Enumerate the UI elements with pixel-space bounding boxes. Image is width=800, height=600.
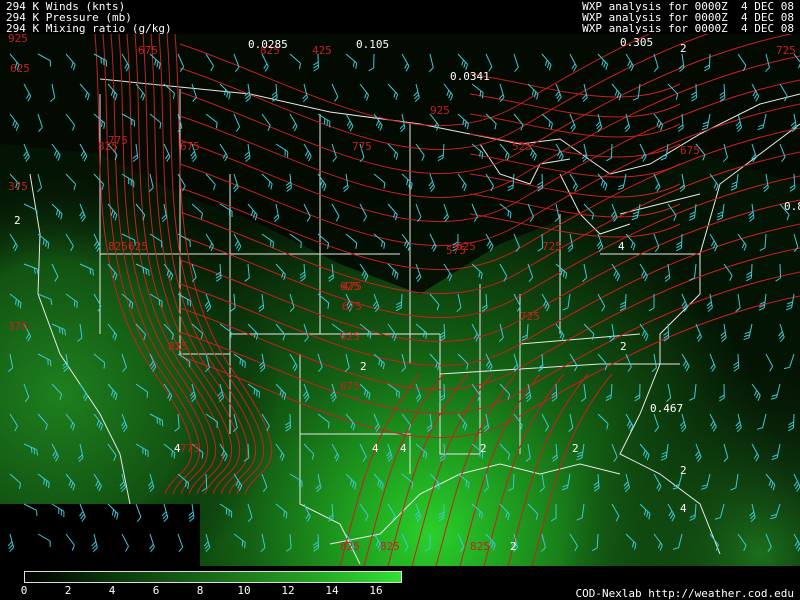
header: 294 K Winds (knts) 294 K Pressure (mb) 2… <box>0 0 800 34</box>
pressure-label: 675 <box>180 140 200 153</box>
colorbar-tick: 6 <box>152 584 160 597</box>
mixing-ratio-label: 2 <box>360 360 367 373</box>
mixing-ratio-label: 2 <box>572 442 579 455</box>
pressure-label: 725 <box>520 310 540 323</box>
pressure-label: 375 <box>8 180 28 193</box>
pressure-label: 625 <box>128 240 148 253</box>
mixing-ratio-label: 0.305 <box>620 36 653 49</box>
pressure-label: 675 <box>342 300 362 313</box>
pressure-label: 775 <box>180 442 200 455</box>
pressure-label: 825 <box>108 240 128 253</box>
pressure-label: 375 <box>8 320 28 333</box>
pressure-label: 675 <box>340 380 360 393</box>
pressure-label: 425 <box>312 44 332 57</box>
mixing-ratio-label: 0.0285 <box>248 38 288 51</box>
pressure-label: 675 <box>680 144 700 157</box>
mixing-ratio-label: 2 <box>14 214 21 227</box>
colorbar-tick: 14 <box>325 584 339 597</box>
weather-map: 675775625825425675375625525775825 6254753… <box>0 34 800 566</box>
mixing-ratio-label: 4 <box>372 442 379 455</box>
colorbar-tick: 4 <box>108 584 116 597</box>
pressure-label: 925 <box>8 34 28 45</box>
pressure-label: 575 <box>446 244 466 257</box>
mixing-ratio-label: 2 <box>680 464 687 477</box>
pressure-label: 625 <box>340 330 360 343</box>
mixing-ratio-label: 4 <box>618 240 625 253</box>
mixing-ratio-label: 0.467 <box>650 402 683 415</box>
mixing-ratio-label: 2 <box>510 540 517 553</box>
pressure-label: 925 <box>430 104 450 117</box>
mixing-ratio-label: 4 <box>174 442 181 455</box>
pressure-label: 725 <box>776 44 796 57</box>
pressure-label: 825 <box>380 540 400 553</box>
pressure-label: 825 <box>98 140 118 153</box>
title-mixing-ratio: 294 K Mixing ratio (g/kg) <box>6 22 172 35</box>
pressure-label: 775 <box>352 140 372 153</box>
credit-text: COD-Nexlab http://weather.cod.edu <box>575 587 794 600</box>
mixing-ratio-label: 2 <box>620 340 627 353</box>
pressure-label: 825 <box>168 340 188 353</box>
pressure-label: 625 <box>340 280 360 293</box>
mixing-ratio-label: 0.8 <box>784 200 800 213</box>
pressure-label: 725 <box>542 240 562 253</box>
mixing-ratio-label: 0.105 <box>356 38 389 51</box>
colorbar-tick: 0 <box>20 584 28 597</box>
pressure-label: 825 <box>340 540 360 553</box>
colorbar-tick: 2 <box>64 584 72 597</box>
mixing-ratio-label: 4 <box>400 442 407 455</box>
mixing-ratio-label: 4 <box>680 502 687 515</box>
pressure-label: 625 <box>10 62 30 75</box>
colorbar-tick: 12 <box>281 584 295 597</box>
mixing-ratio-colorbar <box>24 571 402 583</box>
mixing-ratio-label: 2 <box>680 42 687 55</box>
pressure-label: 525 <box>512 140 532 153</box>
colorbar-tick: 8 <box>196 584 204 597</box>
pressure-label: 825 <box>470 540 490 553</box>
no-data-mexico <box>0 504 200 566</box>
analysis-time-3: WXP analysis for 0000Z 4 DEC 08 <box>582 22 794 35</box>
mixing-ratio-label: 2 <box>480 442 487 455</box>
colorbar-tick: 10 <box>237 584 251 597</box>
colorbar-tick: 16 <box>369 584 383 597</box>
mixing-ratio-label: 0.0341 <box>450 70 490 83</box>
pressure-label: 675 <box>138 44 158 57</box>
